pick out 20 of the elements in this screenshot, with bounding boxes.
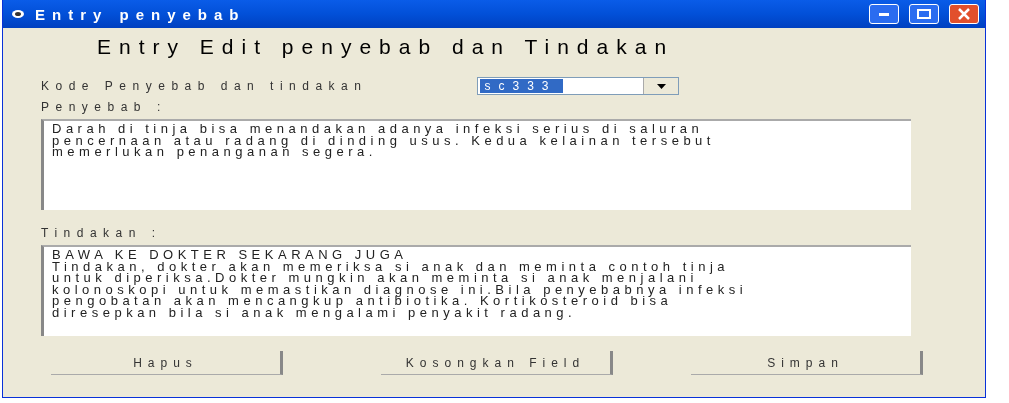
- caret-icon: [656, 83, 666, 89]
- form-heading: Entry Edit penyebab dan Tindakan: [97, 35, 675, 59]
- maximize-button[interactable]: [909, 4, 939, 24]
- form-button[interactable]: Hapus: [51, 351, 283, 375]
- close-icon: [958, 8, 970, 20]
- window-icon: [11, 9, 25, 19]
- close-button[interactable]: [949, 4, 979, 24]
- text-area[interactable]: Darah di tinja bisa menandakan adanya infeksi serius di saluran pencernaan atau radang di dinding usus. Kedua kelainan tersebut memerlukan penanganan segera.: [41, 119, 911, 210]
- code-dropdown[interactable]: sc333: [477, 77, 680, 95]
- window-title: Entry penyebab: [35, 5, 247, 23]
- form-button[interactable]: Kosongkan Field: [381, 351, 613, 375]
- text-area[interactable]: BAWA KE DOKTER SEKARANG JUGA Tindakan, dokter akan memeriksa si anak dan meminta contoh tinja untuk diperiksa.Dokter mungkin akan meminta si anak menjalani kolonoskopi untuk memastikan diagnose ini.Bila penyebabnya infeksi pengobatan akan mencangkup antibiotika. Kortikosteroid bisa diresepkan bila si anak mengalami penyakit radang.: [41, 245, 911, 336]
- form-button[interactable]: Simpan: [691, 351, 923, 375]
- field-label: Kode Penyebab dan tindakan: [41, 79, 368, 93]
- field-label: Tindakan :: [41, 226, 163, 240]
- minimize-button[interactable]: [869, 4, 899, 24]
- dropdown-value: sc333: [480, 79, 563, 93]
- maximize-icon: [917, 9, 931, 19]
- field-label: Penyebab :: [41, 100, 168, 114]
- minimize-icon: [879, 12, 889, 16]
